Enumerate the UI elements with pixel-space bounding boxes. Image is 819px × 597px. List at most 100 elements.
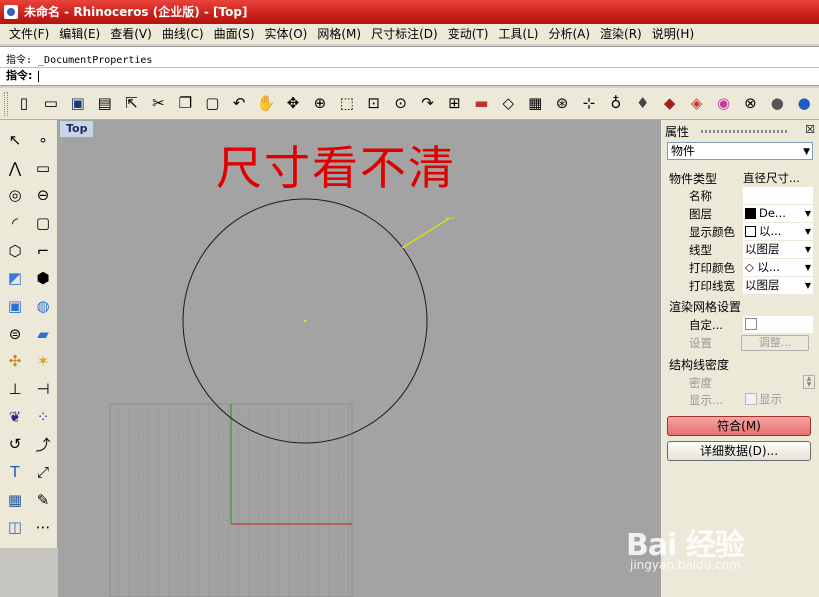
menu-item[interactable]: 说明(H): [647, 24, 699, 44]
rotate-view-icon: ✥: [286, 94, 300, 112]
surface-patch-tool[interactable]: ▰: [30, 320, 56, 348]
menu-item[interactable]: 实体(O): [260, 24, 313, 44]
ellipse-tool[interactable]: ⊖: [30, 181, 56, 209]
menu-item[interactable]: 工具(L): [493, 24, 543, 44]
surface-edit-tool[interactable]: ⬢: [30, 264, 56, 292]
rectangle-tool[interactable]: ▭: [30, 154, 56, 182]
title-bar: 未命名 - Rhinoceros (企业版) - [Top]: [0, 0, 819, 24]
property-value[interactable]: 以... ▼: [743, 223, 813, 240]
rectangle-curve-tool[interactable]: ▢: [30, 209, 56, 237]
rotate-view-button[interactable]: ✥: [281, 92, 305, 116]
cut-button[interactable]: ✂: [147, 92, 171, 116]
paste-button[interactable]: ▢: [200, 92, 224, 116]
menu-item[interactable]: 渲染(R): [595, 24, 647, 44]
rebuild-tool[interactable]: ⤴: [30, 431, 56, 459]
pan-hand-button[interactable]: ✋: [254, 92, 278, 116]
command-line[interactable]: 指令:: [0, 67, 819, 83]
property-value[interactable]: [743, 187, 813, 204]
undo-button[interactable]: ↶: [227, 92, 251, 116]
four-viewports-button[interactable]: ⊞: [442, 92, 466, 116]
open-folder-button[interactable]: ▭: [39, 92, 63, 116]
custom-mesh-checkbox[interactable]: [745, 318, 757, 330]
light-bulb-button[interactable]: ♁: [604, 92, 628, 116]
ghosted-button[interactable]: ◆: [658, 92, 682, 116]
custom-mesh-field[interactable]: [743, 316, 813, 333]
menu-item[interactable]: 文件(F): [4, 24, 54, 44]
text-tool[interactable]: T: [2, 458, 28, 486]
arc-tool[interactable]: ◜: [2, 209, 28, 237]
select-arrow-tool[interactable]: ↖: [2, 126, 28, 154]
property-value[interactable]: 以图层 ▼: [743, 241, 813, 258]
array-tool[interactable]: ▦: [2, 486, 28, 514]
grid-snap-button[interactable]: ▦: [523, 92, 547, 116]
points-tool[interactable]: ⁘: [30, 403, 56, 431]
zoom-extents-button[interactable]: ⊡: [362, 92, 386, 116]
property-row: 名称: [687, 187, 813, 204]
blue-sphere-button[interactable]: ●: [792, 92, 816, 116]
freeform-surface-tool[interactable]: ◩: [2, 264, 28, 292]
zoom-button[interactable]: ⊕: [308, 92, 332, 116]
menu-item[interactable]: 尺寸标注(D): [366, 24, 443, 44]
panel-close-icon[interactable]: ☒: [805, 123, 815, 136]
menu-item[interactable]: 编辑(E): [54, 24, 105, 44]
zoom-window-button[interactable]: ⬚: [335, 92, 359, 116]
zoom-selected-button[interactable]: ⊙: [389, 92, 413, 116]
isocurve-display-checkbox[interactable]: [745, 393, 757, 405]
scale-tool[interactable]: ⤢: [30, 458, 56, 486]
scale-icon: ⤢: [36, 463, 49, 482]
save-button[interactable]: ▣: [66, 92, 90, 116]
new-file-button[interactable]: ▯: [12, 92, 36, 116]
cplane-button[interactable]: ⊹: [577, 92, 601, 116]
boolean-tool[interactable]: ❦: [2, 403, 28, 431]
curve-tools-tool[interactable]: ↺: [2, 431, 28, 459]
adjust-button[interactable]: 调整...: [741, 335, 809, 351]
match-button[interactable]: 符合(M): [667, 416, 811, 436]
panel-drag-handle[interactable]: [701, 130, 789, 133]
import-button[interactable]: ⇱: [120, 92, 144, 116]
details-button[interactable]: 详细数据(D)...: [667, 441, 811, 461]
property-value[interactable]: 以图层 ▼: [743, 277, 813, 294]
shaded-button[interactable]: ◈: [685, 92, 709, 116]
top-viewport[interactable]: Top 尺寸看不清: [58, 120, 660, 597]
trim-tool[interactable]: ⊣: [30, 375, 56, 403]
point-tool[interactable]: ∘: [30, 126, 56, 154]
explode-tool[interactable]: ✶: [30, 348, 56, 376]
menu-item[interactable]: 查看(V): [105, 24, 157, 44]
object-type-dropdown[interactable]: 物件 ▼: [667, 142, 813, 160]
polygon-tool[interactable]: ⬡: [2, 237, 28, 265]
menu-item[interactable]: 变动(T): [443, 24, 494, 44]
toolbar-grip[interactable]: [4, 91, 8, 116]
car-button[interactable]: ▬: [469, 92, 493, 116]
polyline-tool[interactable]: ⋀: [2, 154, 28, 182]
pin-button[interactable]: ♦: [631, 92, 655, 116]
annotation-text: 尺寸看不清: [216, 141, 456, 195]
sphere-solid-tool[interactable]: ◍: [30, 292, 56, 320]
more-tool[interactable]: ⋯: [30, 514, 56, 542]
box-solid-tool[interactable]: ▣: [2, 292, 28, 320]
plane-button[interactable]: ◇: [496, 92, 520, 116]
density-spinner[interactable]: ▲ ▼: [803, 375, 815, 389]
property-key: 显示颜色: [689, 225, 735, 239]
copy-button[interactable]: ❐: [173, 92, 197, 116]
wireframe-sphere-button[interactable]: ⊗: [738, 92, 762, 116]
property-value[interactable]: ◇ 以... ▼: [743, 259, 813, 276]
print-button[interactable]: ▤: [93, 92, 117, 116]
menu-item[interactable]: 分析(A): [543, 24, 595, 44]
menu-item[interactable]: 曲面(S): [209, 24, 260, 44]
move-edit-tool[interactable]: ✎: [30, 486, 56, 514]
redo-view-button[interactable]: ↷: [416, 92, 440, 116]
render-sphere-button[interactable]: ●: [765, 92, 789, 116]
property-value[interactable]: De... ▼: [743, 205, 813, 222]
menu-item[interactable]: 曲线(C): [157, 24, 209, 44]
color-wheel-button[interactable]: ◉: [712, 92, 736, 116]
cylinder-solid-tool[interactable]: ⊜: [2, 320, 28, 348]
dimension-tool[interactable]: ⊥: [2, 375, 28, 403]
circle-tool[interactable]: ◎: [2, 181, 28, 209]
menu-item[interactable]: 网格(M): [312, 24, 366, 44]
transform-tool[interactable]: ✣: [2, 348, 28, 376]
block-tool[interactable]: ◫: [2, 514, 28, 542]
fillet-tool[interactable]: ⌐: [30, 237, 56, 265]
object-snap-button[interactable]: ⊛: [550, 92, 574, 116]
diameter-dimension-leader[interactable]: [401, 217, 451, 249]
viewport-label-top[interactable]: Top: [60, 121, 94, 137]
